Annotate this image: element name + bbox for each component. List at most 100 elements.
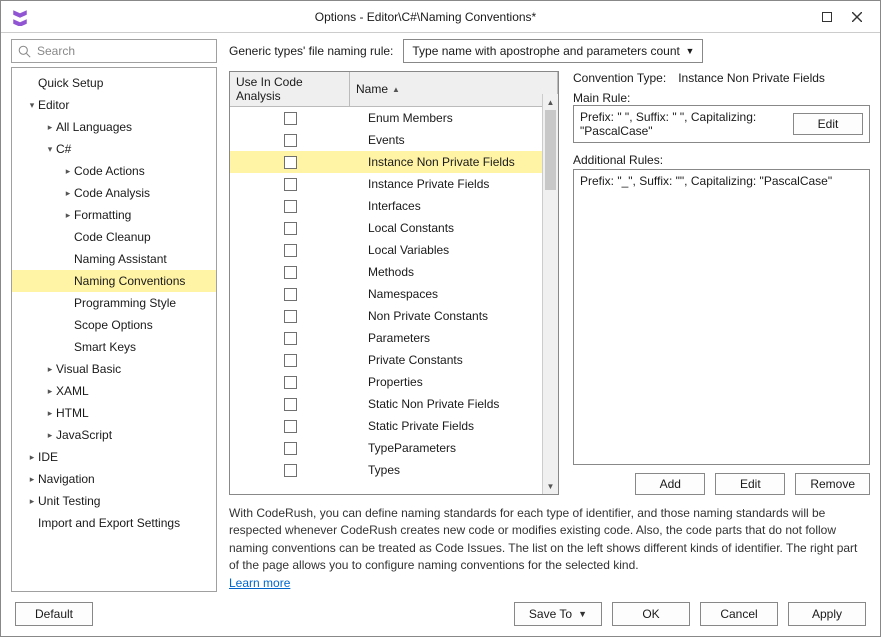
use-in-analysis-checkbox[interactable]: [284, 178, 297, 191]
tree-item[interactable]: ▾C#: [12, 138, 216, 160]
tree-item-label: Import and Export Settings: [38, 516, 180, 530]
learn-more-link[interactable]: Learn more: [229, 576, 290, 590]
tree-item[interactable]: Naming Conventions: [12, 270, 216, 292]
use-in-analysis-checkbox[interactable]: [284, 112, 297, 125]
table-scrollbar[interactable]: ▲ ▼: [542, 94, 558, 494]
edit-rule-button[interactable]: Edit: [715, 473, 785, 495]
table-row[interactable]: Namespaces: [230, 283, 558, 305]
additional-rules-list[interactable]: Prefix: "_", Suffix: "", Capitalizing: "…: [573, 169, 870, 465]
identifier-name: Methods: [350, 265, 558, 279]
table-row[interactable]: Local Variables: [230, 239, 558, 261]
tree-item[interactable]: ▸Unit Testing: [12, 490, 216, 512]
scroll-up-icon[interactable]: ▲: [543, 94, 558, 110]
scroll-down-icon[interactable]: ▼: [543, 478, 558, 494]
default-button[interactable]: Default: [15, 602, 93, 626]
tree-item[interactable]: Quick Setup: [12, 72, 216, 94]
tree-item[interactable]: Programming Style: [12, 292, 216, 314]
use-in-analysis-checkbox[interactable]: [284, 420, 297, 433]
close-button[interactable]: [842, 5, 872, 29]
tree-item[interactable]: ▾Editor: [12, 94, 216, 116]
tree-item[interactable]: ▸Code Analysis: [12, 182, 216, 204]
table-row[interactable]: Events: [230, 129, 558, 151]
use-in-analysis-checkbox[interactable]: [284, 200, 297, 213]
ok-button[interactable]: OK: [612, 602, 690, 626]
expand-closed-icon[interactable]: ▸: [26, 452, 38, 463]
tree-item[interactable]: ▸Formatting: [12, 204, 216, 226]
expand-closed-icon[interactable]: ▸: [44, 386, 56, 397]
expand-closed-icon[interactable]: ▸: [26, 496, 38, 507]
use-in-analysis-checkbox[interactable]: [284, 244, 297, 257]
table-row[interactable]: Interfaces: [230, 195, 558, 217]
table-row[interactable]: Properties: [230, 371, 558, 393]
expand-closed-icon[interactable]: ▸: [44, 364, 56, 375]
tree-item[interactable]: ▸Code Actions: [12, 160, 216, 182]
tree-item[interactable]: ▸IDE: [12, 446, 216, 468]
expand-closed-icon[interactable]: ▸: [62, 188, 74, 199]
expand-closed-icon[interactable]: ▸: [62, 166, 74, 177]
save-to-button[interactable]: Save To▼: [514, 602, 602, 626]
use-in-analysis-checkbox[interactable]: [284, 222, 297, 235]
use-in-analysis-checkbox[interactable]: [284, 134, 297, 147]
tree-item-label: Programming Style: [74, 296, 176, 310]
expand-open-icon[interactable]: ▾: [26, 100, 38, 111]
table-row[interactable]: Methods: [230, 261, 558, 283]
table-row[interactable]: Static Private Fields: [230, 415, 558, 437]
tree-item[interactable]: ▸Visual Basic: [12, 358, 216, 380]
table-row[interactable]: TypeParameters: [230, 437, 558, 459]
use-in-analysis-checkbox[interactable]: [284, 442, 297, 455]
tree-item[interactable]: ▸JavaScript: [12, 424, 216, 446]
convention-type-value: Instance Non Private Fields: [678, 71, 825, 85]
expand-closed-icon[interactable]: ▸: [62, 210, 74, 221]
use-in-analysis-checkbox[interactable]: [284, 464, 297, 477]
use-in-analysis-checkbox[interactable]: [284, 266, 297, 279]
identifier-name: Namespaces: [350, 287, 558, 301]
table-row[interactable]: Local Constants: [230, 217, 558, 239]
main-rule-edit-button[interactable]: Edit: [793, 113, 863, 135]
tree-item[interactable]: ▸All Languages: [12, 116, 216, 138]
tree-item[interactable]: Code Cleanup: [12, 226, 216, 248]
add-rule-button[interactable]: Add: [635, 473, 705, 495]
tree-item[interactable]: Smart Keys: [12, 336, 216, 358]
identifier-name: Static Private Fields: [350, 419, 558, 433]
scroll-thumb[interactable]: [545, 110, 556, 190]
expand-closed-icon[interactable]: ▸: [44, 408, 56, 419]
tree-item[interactable]: Naming Assistant: [12, 248, 216, 270]
col-name[interactable]: Name▲: [350, 72, 558, 107]
use-in-analysis-checkbox[interactable]: [284, 310, 297, 323]
expand-closed-icon[interactable]: ▸: [26, 474, 38, 485]
col-use-in-analysis[interactable]: Use In Code Analysis: [230, 72, 350, 107]
tree-item[interactable]: Import and Export Settings: [12, 512, 216, 534]
tree-item[interactable]: ▸XAML: [12, 380, 216, 402]
expand-open-icon[interactable]: ▾: [44, 144, 56, 155]
search-input[interactable]: Search: [11, 39, 217, 63]
use-in-analysis-checkbox[interactable]: [284, 398, 297, 411]
expand-closed-icon[interactable]: ▸: [44, 430, 56, 441]
tree-item[interactable]: Scope Options: [12, 314, 216, 336]
tree-item-label: IDE: [38, 450, 58, 464]
expand-closed-icon[interactable]: ▸: [44, 122, 56, 133]
use-in-analysis-checkbox[interactable]: [284, 288, 297, 301]
use-in-analysis-checkbox[interactable]: [284, 332, 297, 345]
remove-rule-button[interactable]: Remove: [795, 473, 870, 495]
generic-rule-dropdown[interactable]: Type name with apostrophe and parameters…: [403, 39, 703, 63]
apply-button[interactable]: Apply: [788, 602, 866, 626]
tree-item-label: All Languages: [56, 120, 132, 134]
table-row[interactable]: Non Private Constants: [230, 305, 558, 327]
table-row[interactable]: Static Non Private Fields: [230, 393, 558, 415]
table-row[interactable]: Types: [230, 459, 558, 481]
tree-item-label: C#: [56, 142, 71, 156]
cancel-button[interactable]: Cancel: [700, 602, 778, 626]
additional-rule-item[interactable]: Prefix: "_", Suffix: "", Capitalizing: "…: [580, 174, 863, 188]
maximize-button[interactable]: [812, 5, 842, 29]
table-row[interactable]: Instance Private Fields: [230, 173, 558, 195]
table-row[interactable]: Parameters: [230, 327, 558, 349]
tree-item[interactable]: ▸HTML: [12, 402, 216, 424]
table-row[interactable]: Instance Non Private Fields: [230, 151, 558, 173]
tree-item[interactable]: ▸Navigation: [12, 468, 216, 490]
table-row[interactable]: Enum Members: [230, 107, 558, 129]
use-in-analysis-checkbox[interactable]: [284, 376, 297, 389]
chevron-down-icon: ▼: [578, 609, 587, 619]
use-in-analysis-checkbox[interactable]: [284, 156, 297, 169]
table-row[interactable]: Private Constants: [230, 349, 558, 371]
use-in-analysis-checkbox[interactable]: [284, 354, 297, 367]
